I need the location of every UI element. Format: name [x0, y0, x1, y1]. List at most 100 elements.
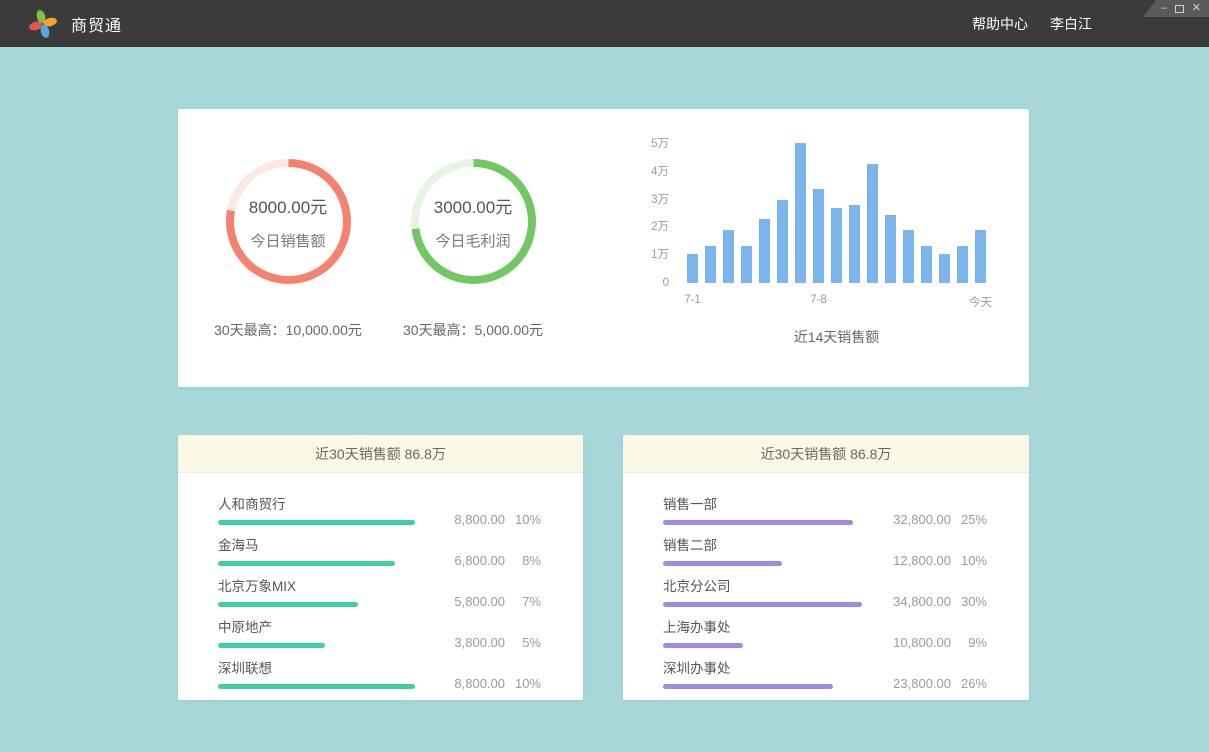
rank-item-percent: 5% — [505, 635, 541, 650]
rank-item-name: 深圳办事处 — [663, 657, 871, 677]
rank-item-bar — [663, 643, 743, 648]
rank-item-bar — [663, 561, 782, 566]
rank-item-amount: 32,800.00 — [871, 512, 951, 527]
rank-item-values: 8,800.0010% — [425, 512, 541, 527]
maximize-icon[interactable] — [1175, 5, 1184, 13]
y-tick-label: 5万 — [651, 137, 669, 151]
sales-bar — [957, 246, 968, 284]
sales-bar — [921, 246, 932, 284]
sales-bar — [687, 254, 698, 283]
list-item: 深圳联想8,800.0010% — [218, 657, 541, 689]
minimize-icon[interactable]: – — [1161, 3, 1167, 14]
rank-item-bar — [218, 561, 395, 566]
help-center-link[interactable]: 帮助中心 — [972, 14, 1028, 34]
customer-sales-rank-card: 近30天销售额 86.8万 人和商贸行8,800.0010%金海马6,800.0… — [178, 435, 583, 700]
rank-item-percent: 10% — [505, 512, 541, 527]
sales-bar — [705, 246, 716, 284]
rank-item-percent: 25% — [951, 512, 987, 527]
rank-item-bar — [663, 684, 833, 689]
rank-item-values: 8,800.0010% — [425, 676, 541, 691]
x-tick-label: 今天 — [969, 294, 992, 310]
x-tick-label: 7-1 — [684, 294, 701, 306]
rank-item-amount: 10,800.00 — [871, 635, 951, 650]
rank-item-amount: 34,800.00 — [871, 594, 951, 609]
rank-item-percent: 26% — [951, 676, 987, 691]
rank-item-bar — [218, 520, 415, 525]
today-overview-card: 8000.00元 今日销售额 30天最高：10,000.00元 3000.00元… — [178, 109, 1029, 387]
rank-item-values: 3,800.005% — [425, 635, 541, 650]
rank-item-bar — [218, 643, 325, 648]
sales-bar — [903, 230, 914, 283]
list-item: 深圳办事处23,800.0026% — [663, 657, 987, 689]
rank-item-percent: 7% — [505, 594, 541, 609]
rank-list: 销售一部32,800.0025%销售二部12,800.0010%北京分公司34,… — [623, 473, 1029, 689]
rank-item-values: 12,800.0010% — [871, 553, 987, 568]
rank-item-percent: 10% — [951, 553, 987, 568]
today-profit-donut: 3000.00元 今日毛利润 — [411, 159, 536, 284]
rank-item-values: 6,800.008% — [425, 553, 541, 568]
sales-bars — [687, 144, 986, 283]
rank-item-name: 人和商贸行 — [218, 493, 425, 513]
y-tick-label: 1万 — [651, 248, 669, 262]
rank-item-left: 上海办事处 — [663, 616, 871, 648]
app-title: 商贸通 — [71, 12, 122, 36]
today-sales-donut-block: 8000.00元 今日销售额 30天最高：10,000.00元 — [193, 159, 383, 340]
rank-item-percent: 9% — [951, 635, 987, 650]
rank-item-percent: 8% — [505, 553, 541, 568]
rank-item-amount: 8,800.00 — [425, 676, 505, 691]
rank-card-title: 近30天销售额 86.8万 — [178, 435, 583, 473]
rank-item-left: 深圳办事处 — [663, 657, 871, 689]
today-sales-donut-center: 8000.00元 今日销售额 — [234, 167, 343, 276]
list-item: 人和商贸行8,800.0010% — [218, 493, 541, 525]
sales-bar — [813, 189, 824, 284]
user-menu[interactable]: 李白江 — [1050, 14, 1092, 34]
rank-item-amount: 5,800.00 — [425, 594, 505, 609]
rank-item-values: 10,800.009% — [871, 635, 987, 650]
today-sales-donut: 8000.00元 今日销售额 — [226, 159, 351, 284]
sales-bar — [975, 230, 986, 283]
pinwheel-logo-icon — [28, 9, 58, 39]
sales-bar — [759, 219, 770, 283]
list-item: 北京万象MIX5,800.007% — [218, 575, 541, 607]
window-controls: – ✕ — [1143, 0, 1209, 17]
sales-bar — [867, 164, 878, 284]
rank-item-left: 人和商贸行 — [218, 493, 425, 525]
list-item: 金海马6,800.008% — [218, 534, 541, 566]
y-tick-label: 4万 — [651, 165, 669, 179]
list-item: 中原地产3,800.005% — [218, 616, 541, 648]
rank-item-bar — [218, 602, 358, 607]
rank-item-percent: 10% — [505, 676, 541, 691]
rank-item-values: 32,800.0025% — [871, 512, 987, 527]
rank-item-amount: 3,800.00 — [425, 635, 505, 650]
list-item: 销售二部12,800.0010% — [663, 534, 987, 566]
sales-bar — [849, 205, 860, 283]
y-tick-label: 2万 — [651, 220, 669, 234]
list-item: 上海办事处10,800.009% — [663, 616, 987, 648]
today-profit-label: 今日毛利润 — [435, 230, 510, 251]
rank-item-values: 34,800.0030% — [871, 594, 987, 609]
x-axis: 7-17-8今天 — [643, 294, 1003, 310]
rank-card-title: 近30天销售额 86.8万 — [623, 435, 1029, 473]
rank-item-name: 销售二部 — [663, 534, 871, 554]
rank-item-name: 北京万象MIX — [218, 575, 425, 595]
sales-bar — [795, 143, 806, 283]
rank-item-left: 中原地产 — [218, 616, 425, 648]
rank-item-amount: 8,800.00 — [425, 512, 505, 527]
chart-caption: 近14天销售额 — [687, 327, 986, 347]
rank-item-amount: 23,800.00 — [871, 676, 951, 691]
y-axis: 5万4万3万2万1万0 — [643, 137, 669, 290]
list-item: 北京分公司34,800.0030% — [663, 575, 987, 607]
close-icon[interactable]: ✕ — [1192, 3, 1201, 14]
today-sales-label: 今日销售额 — [250, 230, 325, 251]
sales-30day-max: 30天最高：10,000.00元 — [193, 320, 383, 340]
rank-item-bar — [663, 520, 853, 525]
y-tick-label: 3万 — [651, 193, 669, 207]
rank-item-amount: 12,800.00 — [871, 553, 951, 568]
rank-item-name: 深圳联想 — [218, 657, 425, 677]
rank-item-left: 北京分公司 — [663, 575, 871, 607]
today-profit-donut-block: 3000.00元 今日毛利润 30天最高：5,000.00元 — [378, 159, 568, 340]
rank-item-percent: 30% — [951, 594, 987, 609]
rank-item-left: 金海马 — [218, 534, 425, 566]
sales-bar — [777, 200, 788, 283]
rank-item-amount: 6,800.00 — [425, 553, 505, 568]
